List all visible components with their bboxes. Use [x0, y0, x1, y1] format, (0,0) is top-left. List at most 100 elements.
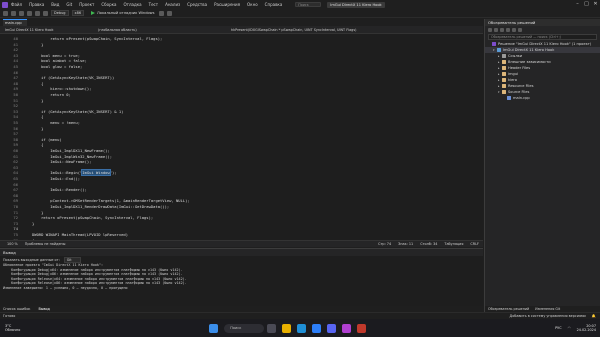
- ready-status: Готово: [3, 314, 16, 318]
- discord-icon[interactable]: [327, 323, 337, 333]
- tab-git-changes[interactable]: Изменения Git: [535, 307, 560, 311]
- output-panel: Вывод Показать выходные данные от: Git О…: [0, 248, 483, 307]
- add-to-source-control-button[interactable]: Добавить в систему управления версиями: [510, 314, 586, 318]
- menu-view[interactable]: Вид: [51, 2, 59, 7]
- references-icon: [502, 54, 506, 58]
- member-combo[interactable]: hkPresent(IDXGISwapChain * pSwapChain, U…: [229, 27, 469, 33]
- maximize-icon[interactable]: □: [582, 0, 591, 9]
- home-icon[interactable]: [488, 27, 492, 32]
- minimize-icon[interactable]: –: [573, 0, 582, 9]
- edge-browser-icon[interactable]: [297, 323, 307, 333]
- tab-solution-explorer[interactable]: Обозреватель решений: [488, 307, 529, 311]
- app-taskbar-icon[interactable]: [357, 323, 367, 333]
- menu-window[interactable]: Окно: [247, 2, 258, 7]
- close-icon[interactable]: ✕: [591, 0, 600, 9]
- menu-help[interactable]: Справка: [265, 2, 283, 7]
- keyboard-language[interactable]: РУС: [555, 326, 561, 330]
- solution-explorer-toolbar: [485, 26, 600, 33]
- tree-item[interactable]: main.cpp: [485, 95, 600, 101]
- run-without-debugging-icon[interactable]: [158, 10, 164, 16]
- menu-debug[interactable]: Отладка: [124, 2, 142, 7]
- folder-icon: [502, 66, 506, 70]
- undo-icon[interactable]: [35, 10, 40, 16]
- platform-select[interactable]: x86: [71, 10, 85, 16]
- column-indicator: Столб: 34: [420, 242, 438, 246]
- zoom-level[interactable]: 100 %: [7, 242, 18, 246]
- tab-main-cpp[interactable]: main.cpp: [3, 19, 27, 26]
- new-file-icon[interactable]: [19, 10, 24, 16]
- output-source-select[interactable]: Git: [63, 256, 81, 263]
- global-search-input[interactable]: Поиск: [295, 2, 322, 7]
- cpp-file-icon: [507, 96, 511, 100]
- menu-tools[interactable]: Средства: [187, 2, 207, 7]
- visual-studio-logo-icon: [2, 1, 8, 8]
- notifications-icon[interactable]: 🔔: [592, 314, 596, 318]
- visual-studio-taskbar-icon[interactable]: [342, 323, 352, 333]
- refresh-icon[interactable]: [500, 27, 504, 32]
- project-name-badge: ImGui DirectX 11 Kiero Hook: [327, 1, 385, 8]
- tools-icon[interactable]: [166, 10, 172, 16]
- output-line: Изменение завершено: 1 — успешно, 0 — не…: [3, 285, 128, 290]
- scope-combo[interactable]: (глобальная область): [96, 27, 226, 33]
- tree-item-label: Source Files: [508, 90, 530, 94]
- tab-error-list[interactable]: Список ошибок: [3, 307, 30, 311]
- taskbar-search-input[interactable]: Поиск: [224, 323, 265, 333]
- solution-explorer-title: Обозреватель решений: [485, 19, 600, 26]
- collapse-all-icon[interactable]: [506, 27, 510, 32]
- output-source-label: Показать выходные данные от:: [3, 257, 60, 262]
- folder-icon: [502, 84, 506, 88]
- line-indicator: Стр: 74: [378, 242, 392, 246]
- tab-output[interactable]: Вывод: [38, 307, 49, 311]
- sync-icon[interactable]: [494, 27, 498, 32]
- menu-test[interactable]: Тест: [149, 2, 158, 7]
- file-explorer-icon[interactable]: [282, 323, 292, 333]
- tree-item-label: ImGui DirectX 11 Kiero Hook: [503, 48, 555, 52]
- save-icon[interactable]: [27, 10, 32, 16]
- menu-edit[interactable]: Правка: [29, 2, 44, 7]
- start-debugging-button[interactable]: Локальный отладчик Windows: [91, 11, 155, 15]
- menu-analyze[interactable]: Анализ: [165, 2, 180, 7]
- char-indicator: Знак: 11: [398, 242, 414, 246]
- system-tray: РУС ◠ 20:07 24.02.2024: [555, 324, 600, 332]
- clock[interactable]: 20:07 24.02.2024: [577, 324, 596, 332]
- tree-item-label: Resource Files: [508, 84, 534, 88]
- editor-status-line: 100 % Проблемы не найдены Стр: 74 Знак: …: [0, 240, 483, 247]
- forward-icon[interactable]: [11, 10, 16, 16]
- indent-indicator[interactable]: Табуляция: [444, 242, 463, 246]
- toolbar: Debug x86 Локальный отладчик Windows: [0, 9, 600, 18]
- properties-icon[interactable]: [518, 27, 522, 32]
- clock-date: 24.02.2024: [576, 328, 596, 332]
- back-icon[interactable]: [3, 10, 8, 16]
- weather-widget[interactable]: 3°C Облачно: [5, 324, 20, 332]
- weather-description: Облачно: [5, 328, 21, 332]
- menu-project[interactable]: Проект: [79, 2, 94, 7]
- solution-explorer: Обозреватель решений Обозреватель решени…: [484, 19, 600, 312]
- eol-indicator[interactable]: CRLF: [470, 242, 479, 246]
- network-icon[interactable]: ◠: [568, 326, 571, 330]
- menu-build[interactable]: Сборка: [101, 2, 116, 7]
- solution-tree: Решение "ImGui DirectX 11 Kiero Hook" (1…: [485, 41, 600, 101]
- menu-git[interactable]: Git: [66, 2, 72, 7]
- menu-extensions[interactable]: Расширения: [214, 2, 240, 7]
- selected-text: ImGui Window: [81, 169, 111, 177]
- windows-start-icon[interactable]: [209, 323, 219, 333]
- folder-icon: [502, 72, 506, 76]
- folder-icon: [502, 90, 506, 94]
- tree-item-label: Header Files: [508, 66, 531, 70]
- redo-icon[interactable]: [43, 10, 48, 16]
- solution-icon: [492, 42, 496, 46]
- issues-indicator[interactable]: Проблемы не найдены: [25, 242, 66, 246]
- show-all-files-icon[interactable]: [512, 27, 516, 32]
- microsoft-store-icon[interactable]: [312, 323, 322, 333]
- folder-icon: [502, 60, 506, 64]
- task-view-icon[interactable]: [267, 323, 277, 333]
- tree-item-label: main.cpp: [513, 96, 530, 100]
- solution-search-input[interactable]: Обозреватель решений — поиск (Ctrl+;): [488, 34, 597, 40]
- menu-file[interactable]: Файл: [11, 2, 22, 7]
- project-icon: [497, 48, 501, 52]
- configuration-select[interactable]: Debug: [51, 10, 69, 16]
- code-editor[interactable]: 40 return oPresent(pSwapChain, SyncInter…: [0, 34, 483, 240]
- output-toolbar: Показать выходные данные от: Git: [0, 256, 483, 263]
- tree-item-label: imgui: [508, 72, 519, 76]
- project-combo[interactable]: ImGui DirectX 11 Kiero Hook: [3, 27, 93, 33]
